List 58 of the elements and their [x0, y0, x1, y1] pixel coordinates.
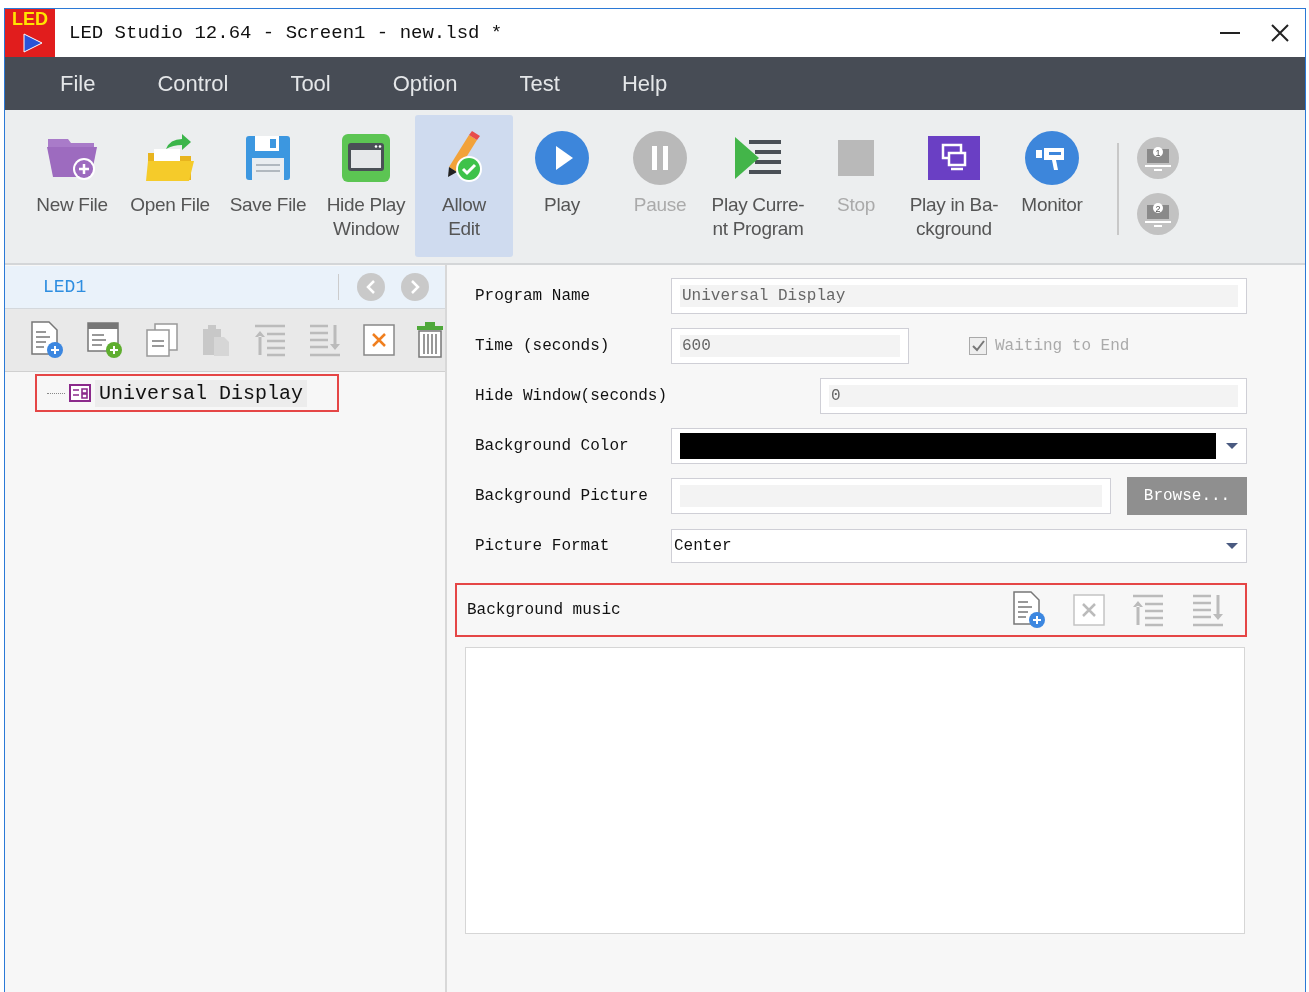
- document-plus-icon[interactable]: [29, 321, 65, 359]
- pause-icon: [633, 131, 687, 185]
- window-title: LED Studio 12.64 - Screen1 - new.lsd *: [69, 22, 504, 44]
- delete-icon[interactable]: [363, 324, 395, 356]
- screens-icon: [927, 135, 981, 181]
- stop-icon: [838, 140, 874, 176]
- toolbar-button[interactable]: Save File: [219, 115, 317, 257]
- menu-item[interactable]: Option: [363, 70, 487, 97]
- screen-icon[interactable]: 2: [1137, 193, 1179, 235]
- next-button[interactable]: [401, 273, 429, 301]
- toolbar-button[interactable]: Hide Play Window: [317, 115, 415, 257]
- trash-icon[interactable]: [416, 322, 444, 358]
- menu-item[interactable]: File: [31, 70, 125, 97]
- toolbar-button[interactable]: Play Curre- nt Program: [709, 115, 807, 257]
- dropdown[interactable]: Center: [671, 529, 1247, 563]
- field-label: Hide Window(seconds): [475, 387, 669, 405]
- camera-icon: [1025, 131, 1079, 185]
- play-icon: [535, 131, 589, 185]
- field-label: Picture Format: [475, 537, 611, 555]
- toolbar-button[interactable]: Play in Ba- ckground: [905, 115, 1003, 257]
- program-icon: [69, 384, 91, 402]
- tree-item-label: Universal Display: [95, 379, 308, 407]
- music-list[interactable]: [465, 647, 1245, 934]
- screen-icon[interactable]: 1: [1137, 137, 1179, 179]
- text-field[interactable]: Universal Display: [671, 278, 1247, 314]
- previous-button[interactable]: [357, 273, 385, 301]
- close-icon: [1271, 24, 1289, 42]
- dropdown-arrow-icon: [1226, 543, 1238, 549]
- menu-item[interactable]: Tool: [261, 70, 360, 97]
- window-plus-icon[interactable]: [86, 321, 124, 359]
- menu-item[interactable]: Test: [490, 70, 589, 97]
- file-field[interactable]: [671, 478, 1111, 514]
- logo-text: LED: [12, 9, 48, 29]
- play-triangle-icon: [22, 33, 44, 53]
- menu-item[interactable]: Help: [592, 70, 697, 97]
- number-field[interactable]: 0: [820, 378, 1247, 414]
- field-label: Time (seconds): [475, 337, 611, 355]
- play-list-icon: [733, 135, 783, 181]
- field-label: Program Name: [475, 287, 592, 305]
- section-label: Background music: [467, 601, 622, 619]
- checkbox-label: Waiting to End: [995, 337, 1130, 355]
- number-field[interactable]: 600: [671, 328, 909, 364]
- copy-icon[interactable]: [145, 322, 179, 358]
- dropdown-arrow-icon: [1226, 443, 1238, 449]
- toolbar-button[interactable]: Play: [513, 115, 611, 257]
- window-icon: [341, 133, 391, 183]
- minimize-icon: [1220, 32, 1240, 34]
- menu-item[interactable]: Control: [128, 70, 258, 97]
- tree-item[interactable]: Universal Display: [35, 374, 340, 412]
- field-label: Background Picture: [475, 487, 649, 505]
- toolbar-button[interactable]: New File: [23, 115, 121, 257]
- document-plus-icon[interactable]: [1011, 591, 1047, 629]
- field-label: Background Color: [475, 437, 630, 455]
- toolbar-button[interactable]: Monitor: [1003, 115, 1101, 257]
- toolbar-button[interactable]: Allow Edit: [415, 115, 513, 257]
- toolbar-button[interactable]: Open File: [121, 115, 219, 257]
- checkbox[interactable]: [969, 337, 987, 355]
- color-dropdown[interactable]: [671, 428, 1247, 464]
